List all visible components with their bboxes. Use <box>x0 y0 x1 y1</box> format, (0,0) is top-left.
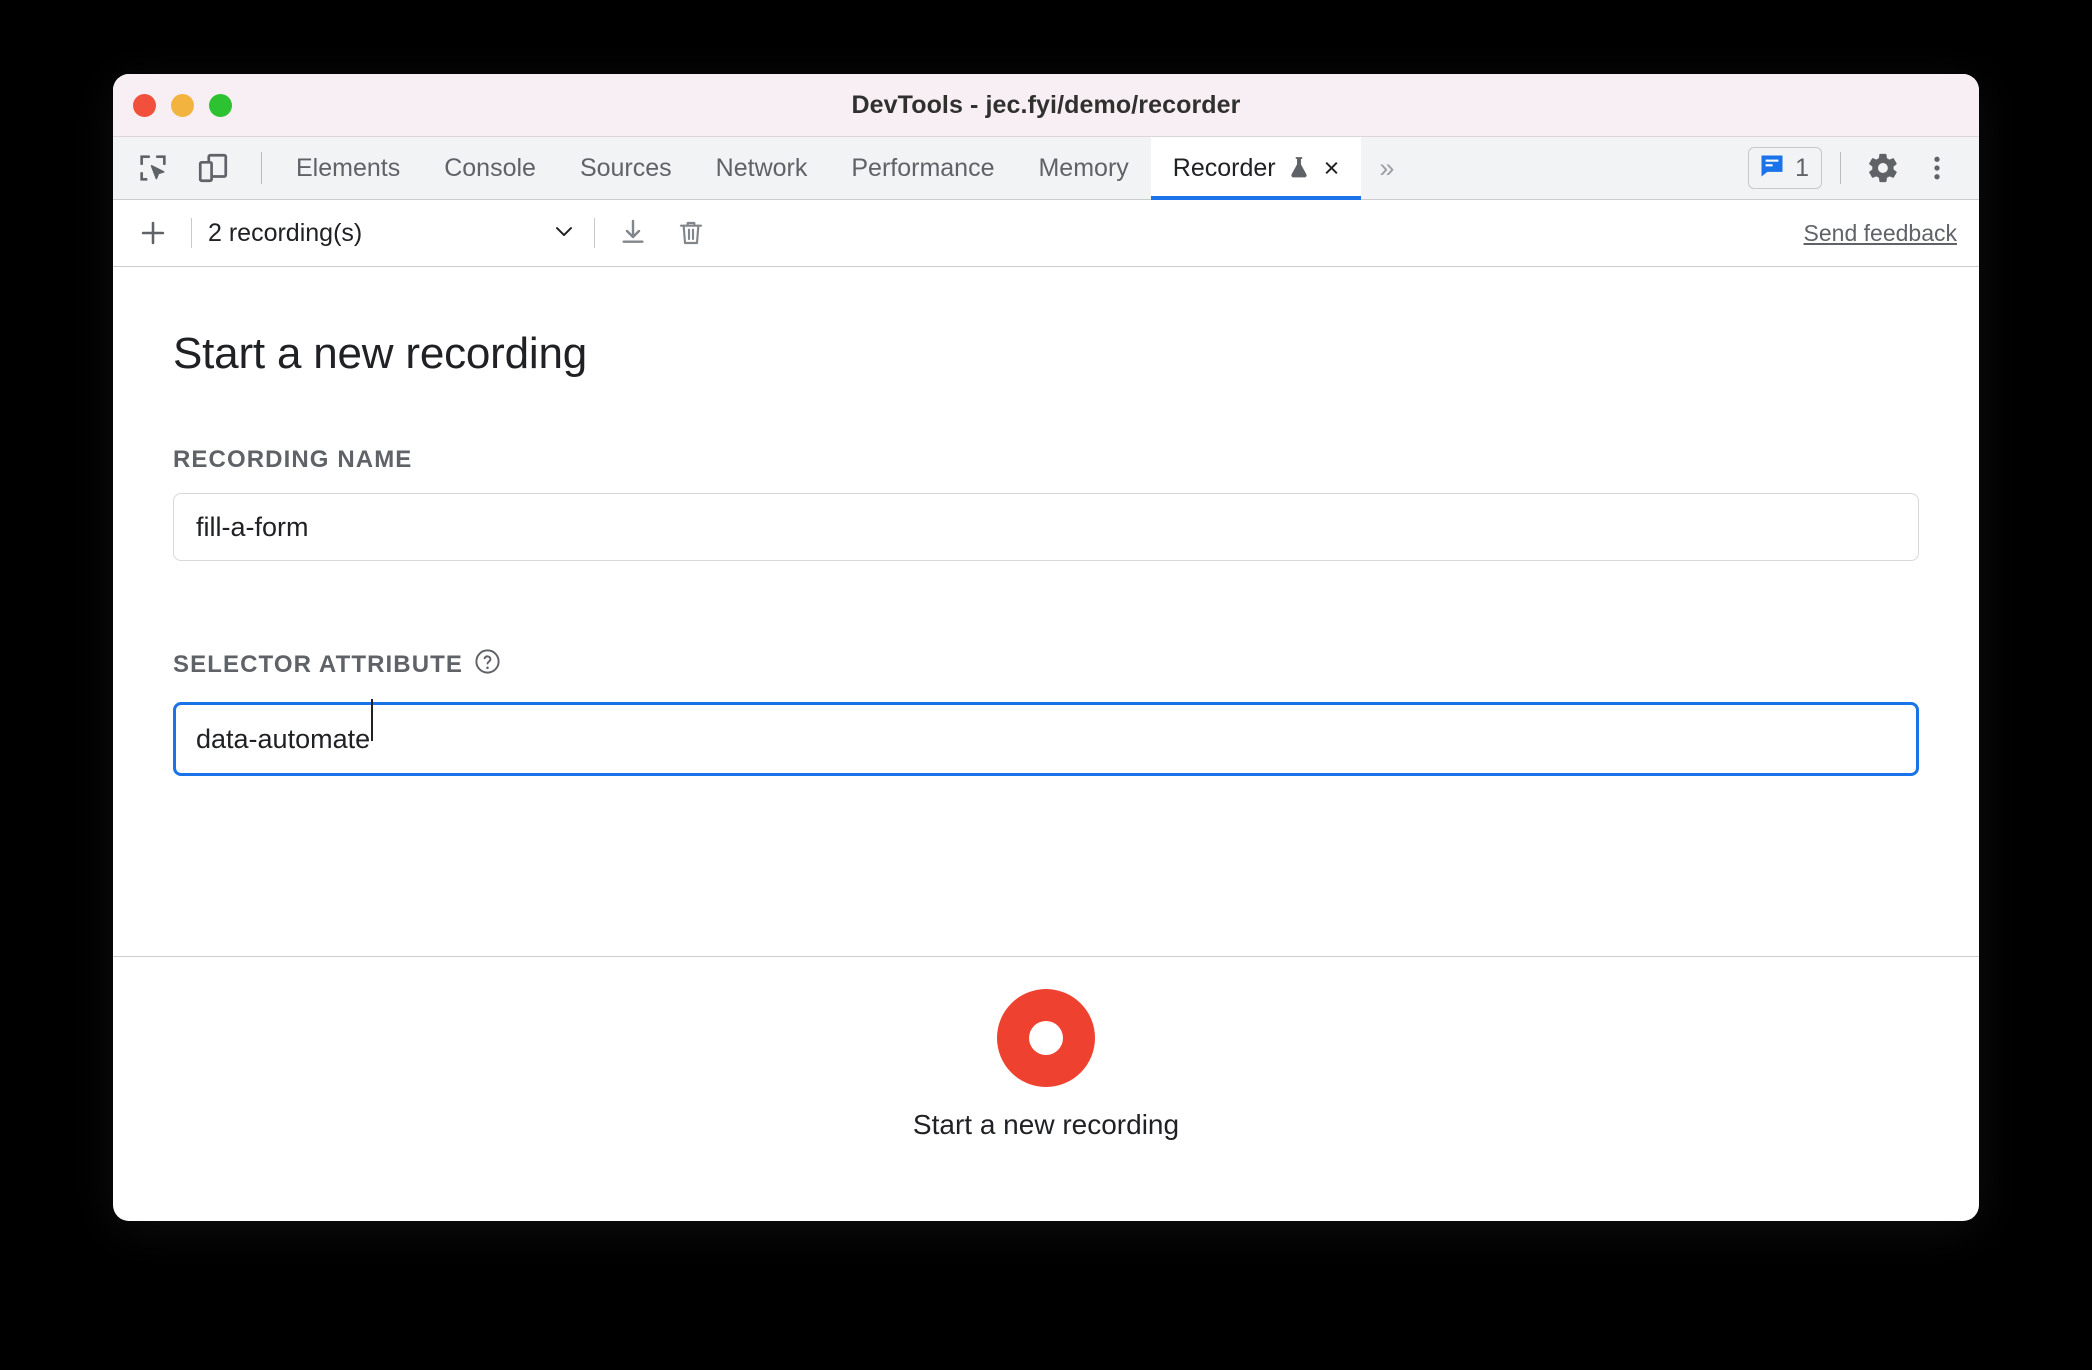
chevron-down-icon <box>550 217 578 250</box>
traffic-lights <box>133 74 232 136</box>
panel-tabs: Elements Console Sources Network Perform… <box>274 137 1412 200</box>
toolbar-actions <box>611 211 713 255</box>
message-bubble-icon <box>1758 152 1786 185</box>
help-circle-icon[interactable] <box>473 647 502 683</box>
zoom-window-button[interactable] <box>209 93 232 117</box>
toolbar-divider-1 <box>191 218 192 248</box>
console-messages-badge[interactable]: 1 <box>1748 147 1822 189</box>
tab-network[interactable]: Network <box>694 137 830 199</box>
selector-attribute-group: SELECTOR ATTRIBUTE <box>173 647 1919 776</box>
minimize-window-button[interactable] <box>171 93 194 117</box>
tabbar-right-icons: 1 <box>1748 137 1979 199</box>
recording-name-label: RECORDING NAME <box>173 446 1919 474</box>
trash-icon[interactable] <box>669 211 713 255</box>
screen: DevTools - jec.fyi/demo/recorder Element… <box>0 0 2092 1370</box>
recording-name-group: RECORDING NAME <box>173 446 1919 561</box>
tab-performance[interactable]: Performance <box>829 137 1016 199</box>
text-caret <box>371 699 374 741</box>
inspect-element-icon[interactable] <box>129 144 177 192</box>
recordings-select[interactable]: 2 recording(s) <box>208 211 578 255</box>
devtools-tabbar: Elements Console Sources Network Perform… <box>113 137 1979 200</box>
tab-label: Sources <box>579 153 672 182</box>
recording-name-label-text: RECORDING NAME <box>173 446 413 473</box>
tabbar-left-icons <box>113 137 274 199</box>
message-count: 1 <box>1795 153 1809 182</box>
tab-elements[interactable]: Elements <box>274 137 422 199</box>
gear-icon[interactable] <box>1859 144 1907 192</box>
more-tabs-icon[interactable]: » <box>1361 137 1412 199</box>
tab-label: Performance <box>851 153 995 182</box>
selector-attribute-input[interactable] <box>173 702 1919 776</box>
tab-console[interactable]: Console <box>422 137 558 199</box>
start-recording-label: Start a new recording <box>912 1109 1180 1140</box>
right-icons-divider <box>1840 152 1841 184</box>
close-tab-icon[interactable]: × <box>1324 154 1340 182</box>
tab-recorder[interactable]: Recorder × <box>1150 137 1362 200</box>
download-icon[interactable] <box>611 211 655 255</box>
tab-label: Console <box>444 153 536 182</box>
tab-label: Memory <box>1038 153 1129 182</box>
record-circle-icon[interactable] <box>997 989 1095 1087</box>
recorder-toolbar: 2 recording(s) Send feedback <box>113 200 1979 267</box>
record-inner-dot <box>1029 1021 1063 1055</box>
recording-name-input[interactable] <box>173 493 1919 561</box>
tab-sources[interactable]: Sources <box>558 137 694 199</box>
recorder-main-panel: Start a new recording RECORDING NAME SEL… <box>113 267 1979 956</box>
page-title: Start a new recording <box>173 329 588 378</box>
window-title: DevTools - jec.fyi/demo/recorder <box>851 90 1241 119</box>
tab-label: Elements <box>296 153 401 182</box>
window-titlebar: DevTools - jec.fyi/demo/recorder <box>113 74 1979 137</box>
experimental-flask-icon <box>1286 154 1312 182</box>
selector-attribute-input-wrap <box>173 683 1919 776</box>
recorder-footer: Start a new recording <box>113 956 1979 1173</box>
add-recording-button[interactable] <box>131 211 175 255</box>
tab-memory[interactable]: Memory <box>1016 137 1150 199</box>
tab-label: Recorder <box>1172 153 1276 182</box>
devtools-window: DevTools - jec.fyi/demo/recorder Element… <box>113 74 1979 1221</box>
device-toolbar-icon[interactable] <box>189 144 237 192</box>
selector-attribute-label-text: SELECTOR ATTRIBUTE <box>173 651 464 678</box>
selector-attribute-label: SELECTOR ATTRIBUTE <box>173 647 1919 683</box>
send-feedback-link[interactable]: Send feedback <box>1804 220 1957 247</box>
tabbar-divider <box>261 152 262 184</box>
tab-label: Network <box>715 153 808 182</box>
recordings-select-value: 2 recording(s) <box>208 218 363 247</box>
close-window-button[interactable] <box>133 93 156 117</box>
kebab-menu-icon[interactable] <box>1913 144 1961 192</box>
toolbar-divider-2 <box>594 218 595 248</box>
